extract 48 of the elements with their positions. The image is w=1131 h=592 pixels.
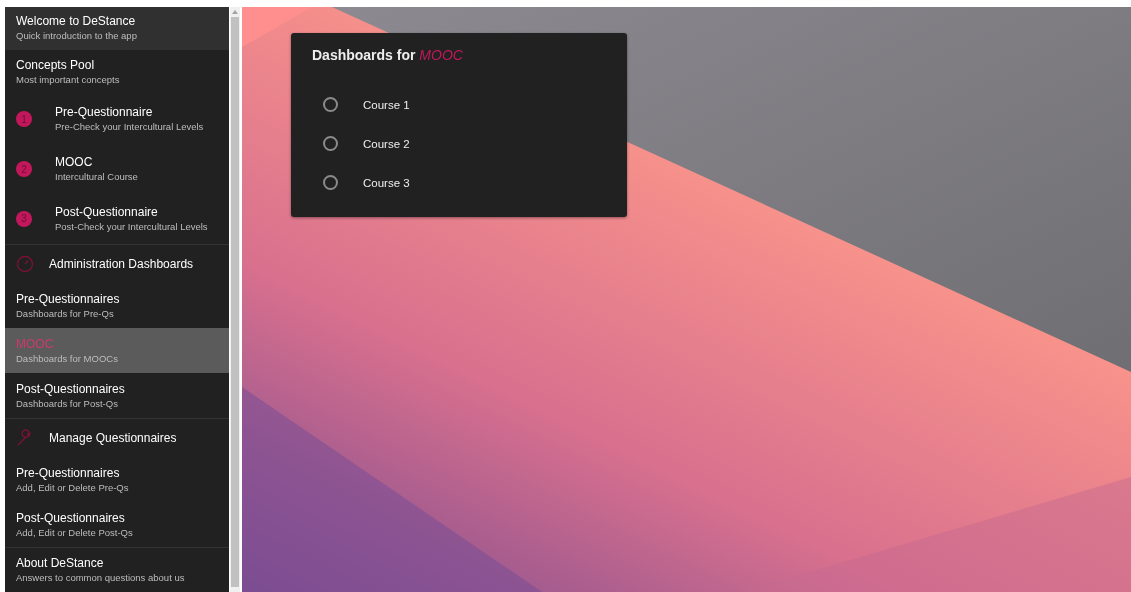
item-title: MOOC — [55, 155, 94, 171]
sidebar-item[interactable]: MOOC Dashboards for MOOCs — [5, 328, 229, 374]
item-subtitle: Pre-Check your Intercultural Levels — [55, 120, 204, 134]
item-subtitle: Post-Check your Intercultural Levels — [55, 219, 208, 233]
card-title: Dashboards for MOOC — [312, 47, 464, 63]
option-label[interactable]: Course 1 — [363, 98, 410, 111]
scrollbar[interactable] — [230, 7, 240, 592]
item-title: Pre-Questionnaire — [55, 105, 154, 121]
step-number: 2 — [16, 161, 32, 178]
option-label[interactable]: Course 3 — [363, 176, 410, 189]
item-subtitle: Quick introduction to the app — [16, 29, 138, 43]
item-subtitle: Most important concepts — [16, 73, 121, 87]
item-title: MOOC — [16, 336, 55, 352]
sidebar-item[interactable]: 2 MOOC Intercultural Course — [5, 144, 229, 195]
item-subtitle: Intercultural Course — [55, 170, 138, 184]
radio-button[interactable] — [323, 175, 338, 190]
option-label[interactable]: Course 2 — [363, 137, 410, 150]
section-title: Manage Questionnaires — [49, 430, 177, 446]
speedometer-icon — [16, 255, 34, 274]
sidebar-item[interactable]: About DeStance Answers to common questions about us — [5, 547, 229, 592]
sidebar-item[interactable]: 1 Pre-Questionnaire Pre-Check your Intercultural Levels — [5, 94, 229, 145]
sidebar-item[interactable]: Welcome to DeStance Quick introduction to the app — [5, 7, 229, 50]
item-title: Pre-Questionnaires — [16, 291, 121, 307]
item-subtitle: Add, Edit or Delete Post-Qs — [16, 525, 134, 539]
step-number: 1 — [16, 111, 32, 128]
item-subtitle: Dashboards for Pre-Qs — [16, 306, 115, 320]
item-title: Post-Questionnaire — [55, 204, 159, 220]
wrench-icon — [16, 429, 34, 448]
item-title: About DeStance — [16, 556, 105, 572]
radio-button[interactable] — [323, 97, 338, 112]
sidebar-item[interactable]: Pre-Questionnaires Add, Edit or Delete Pre-Qs — [5, 457, 229, 503]
sidebar-item[interactable]: Post-Questionnaires Dashboards for Post-Qs — [5, 373, 229, 418]
item-subtitle: Add, Edit or Delete Pre-Qs — [16, 481, 130, 495]
item-title: Post-Questionnaires — [16, 510, 126, 526]
sidebar-item[interactable]: 3 Post-Questionnaire Post-Check your Intercultural Levels — [5, 194, 229, 244]
item-subtitle: Dashboards for Post-Qs — [16, 396, 119, 410]
section-title: Administration Dashboards — [49, 256, 194, 272]
item-subtitle: Dashboards for MOOCs — [16, 351, 119, 365]
sidebar-item[interactable]: Pre-Questionnaires Dashboards for Pre-Qs — [5, 283, 229, 329]
step-number: 3 — [16, 210, 32, 227]
item-title: Concepts Pool — [16, 58, 96, 74]
sidebar-item[interactable]: Post-Questionnaires Add, Edit or Delete Post-Qs — [5, 502, 229, 548]
item-title: Pre-Questionnaires — [16, 466, 121, 482]
sidebar-item[interactable]: Concepts Pool Most important concepts — [5, 49, 229, 95]
radio-button[interactable] — [323, 136, 338, 151]
item-title: Post-Questionnaires — [16, 381, 126, 397]
item-title: Welcome to DeStance — [16, 14, 137, 30]
item-subtitle: Answers to common questions about us — [16, 571, 186, 585]
